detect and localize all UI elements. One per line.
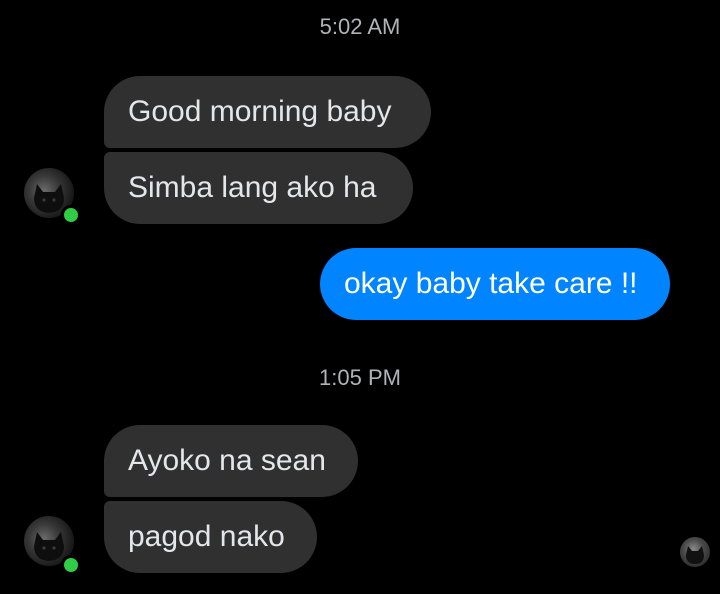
message-bubble-outgoing[interactable]: okay baby take care !! [320,248,670,320]
online-status-dot [61,205,81,225]
online-status-dot [61,555,81,575]
timestamp-afternoon: 1:05 PM [319,365,401,390]
message-bubble-incoming[interactable]: Simba lang ako ha [104,152,413,224]
black-cat-avatar-icon [686,546,704,564]
message-bubble-incoming[interactable]: Good morning baby [104,76,431,148]
seen-receipt-avatar [680,537,710,567]
timestamp-morning: 5:02 AM [319,14,401,39]
message-bubble-incoming[interactable]: Ayoko na sean [104,425,358,497]
message-bubble-incoming[interactable]: pagod nako [104,501,317,573]
